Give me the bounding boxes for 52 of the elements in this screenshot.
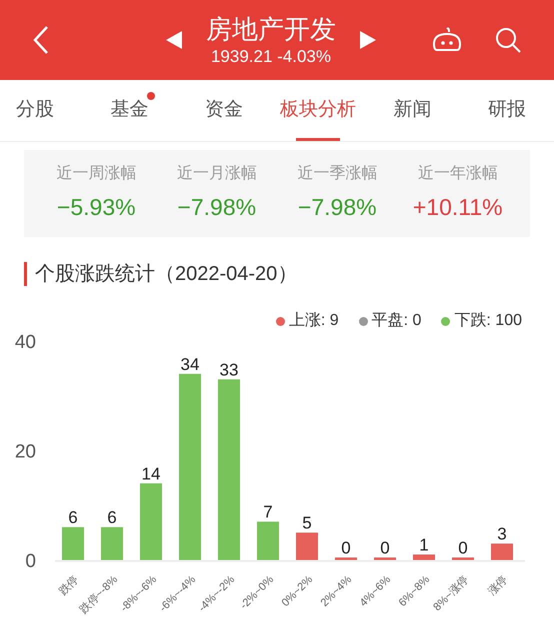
bar: [296, 532, 318, 560]
bar-value-label: 7: [263, 502, 273, 522]
bar-value-label: 6: [68, 508, 78, 528]
stat-value: −7.98%: [298, 193, 377, 222]
header-title: 房地产开发: [206, 13, 336, 46]
bar-value-label: 5: [302, 514, 312, 533]
bar-value-label: 6: [107, 508, 117, 528]
stat-label: 近一年涨幅: [418, 164, 498, 184]
bar-value-label: 34: [180, 354, 200, 374]
tab[interactable]: 资金: [176, 80, 271, 141]
legend-label: 上涨: 9: [288, 310, 339, 331]
bar: [491, 544, 513, 560]
stat-value: −5.93%: [56, 193, 136, 222]
search-icon[interactable]: [494, 26, 522, 54]
stat-label: 近一周涨幅: [56, 164, 136, 184]
previous-icon[interactable]: [166, 31, 182, 49]
tab[interactable]: 研报: [460, 80, 554, 141]
stat-label: 近一月涨幅: [176, 164, 257, 184]
legend-label: 下跌: 100: [454, 311, 522, 331]
x-axis-label: 涨停: [486, 574, 510, 598]
x-axis-label: 跌停: [57, 574, 82, 598]
bar-value-label: 0: [458, 538, 468, 558]
tab[interactable]: 板块分析: [270, 80, 366, 141]
stat-label: 近一季涨幅: [297, 164, 378, 184]
header-subtitle: 1939.21 -4.03%: [210, 46, 332, 68]
bar-value-label: 0: [380, 538, 390, 558]
bar-value-label: 3: [497, 524, 507, 544]
next-icon[interactable]: [360, 31, 376, 49]
bar-value-label: 1: [419, 536, 429, 555]
stat-value: +10.11%: [412, 193, 503, 222]
back-icon[interactable]: [32, 25, 50, 55]
tab[interactable]: 分股: [0, 80, 82, 141]
bar: [413, 554, 435, 560]
bar-value-label: 33: [220, 360, 238, 380]
bar: [452, 558, 474, 560]
bar: [62, 527, 84, 560]
tab[interactable]: 基金: [82, 80, 177, 141]
bar: [374, 558, 396, 560]
y-tick-label: 20: [14, 442, 36, 462]
y-tick-label: 0: [25, 551, 36, 572]
bar: [335, 558, 357, 560]
bar: [101, 527, 123, 560]
tab[interactable]: 新闻: [365, 80, 460, 141]
bar: [257, 522, 279, 560]
section-title: 个股涨跌统计（2022-04-20）: [35, 262, 298, 287]
section-marker: [24, 262, 27, 286]
y-tick-label: 40: [14, 333, 36, 353]
stat-value: −7.98%: [177, 193, 256, 222]
legend-label: 平盘: 0: [372, 311, 422, 331]
bar-value-label: 14: [142, 464, 160, 484]
robot-icon[interactable]: [432, 26, 462, 54]
bar-value-label: 0: [341, 538, 351, 558]
